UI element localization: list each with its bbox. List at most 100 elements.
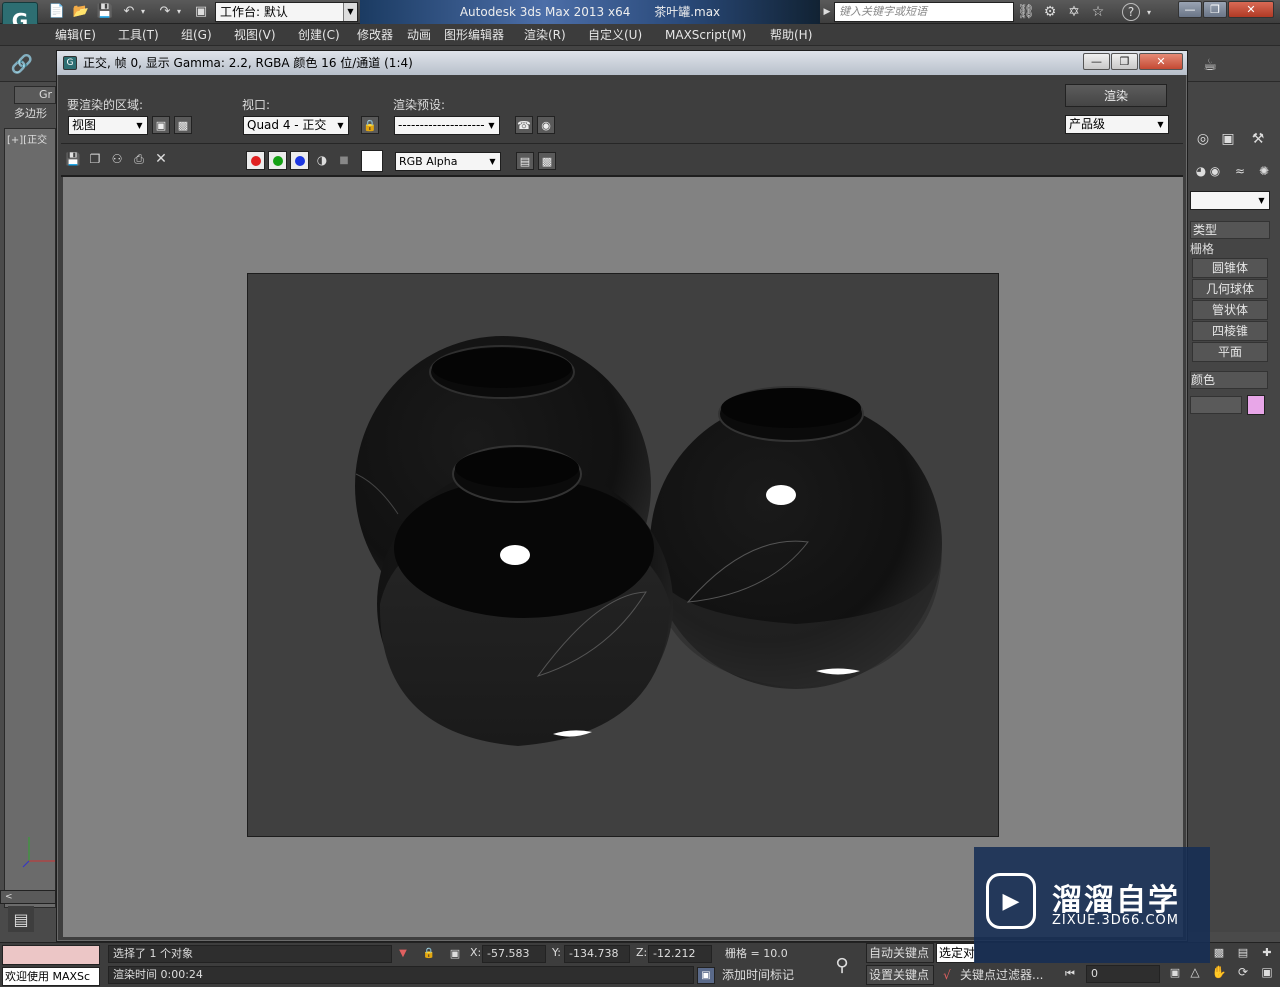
key-curve-icon[interactable]: √ <box>938 966 956 984</box>
goto-start-icon[interactable]: ⏮ <box>1060 965 1080 983</box>
toggle-ui-icon[interactable]: ▩ <box>538 152 556 170</box>
orbit-icon[interactable]: ⟳ <box>1234 963 1252 981</box>
display-panel-icon[interactable]: ◎ <box>1194 128 1212 150</box>
scroll-left-icon[interactable]: < <box>0 890 56 904</box>
save-file-icon[interactable]: 💾 <box>96 3 114 20</box>
area-to-render-dropdown[interactable]: 视图 ▼ <box>68 116 148 135</box>
render-button[interactable]: 渲染 <box>1065 84 1167 107</box>
menu-tools[interactable]: 工具(T) <box>118 27 159 43</box>
menu-help[interactable]: 帮助(H) <box>770 27 812 43</box>
add-time-tag[interactable]: 添加时间标记 <box>722 967 818 984</box>
object-color-swatch[interactable] <box>1247 395 1265 415</box>
link-icon[interactable]: 🔗 <box>10 52 34 76</box>
systems-icon[interactable]: ✺ <box>1254 162 1274 180</box>
plane-button[interactable]: 平面 <box>1192 342 1268 362</box>
workspace-dropdown[interactable]: 工作台: 默认 ▼ <box>215 2 358 22</box>
help-icon[interactable]: ? <box>1122 3 1140 21</box>
utilities-hammer-icon[interactable]: ⚒ <box>1246 128 1270 150</box>
absolute-mode-icon[interactable]: ▣ <box>446 945 464 961</box>
lock-viewport-icon[interactable]: 🔒 <box>361 116 379 134</box>
menu-maxscript[interactable]: MAXScript(M) <box>665 27 746 43</box>
object-name-field[interactable] <box>1190 396 1242 414</box>
edit-region-icon[interactable]: ▣ <box>152 116 170 134</box>
teapot-render-icon[interactable]: ☕ <box>1196 52 1224 76</box>
favorites-star-icon[interactable]: ☆ <box>1088 3 1108 21</box>
render-preset-dropdown[interactable]: -------------------- ▼ <box>394 116 500 135</box>
open-file-icon[interactable]: 📂 <box>72 3 90 20</box>
y-coordinate-field[interactable]: -134.738 <box>564 945 630 963</box>
menu-rendering[interactable]: 渲染(R) <box>524 27 566 43</box>
clear-image-icon[interactable]: ✕ <box>153 151 169 167</box>
environment-effects-icon[interactable]: ◉ <box>537 116 555 134</box>
render-setup-icon[interactable]: ☎ <box>515 116 533 134</box>
rw-maximize-button[interactable]: ❐ <box>1111 53 1138 70</box>
x-coordinate-field[interactable]: -57.583 <box>482 945 546 963</box>
monochrome-icon[interactable]: ■ <box>336 152 352 168</box>
set-key-button[interactable]: 设置关键点 <box>866 965 934 985</box>
layer-manager-icon[interactable]: ▤ <box>8 906 34 932</box>
redo-dropdown-icon[interactable]: ▾ <box>174 3 184 20</box>
name-color-header[interactable]: 颜色 <box>1190 371 1268 389</box>
project-folder-icon[interactable]: ▣ <box>192 3 210 20</box>
help-dropdown-icon[interactable]: ▾ <box>1144 3 1154 21</box>
maximize-viewport-icon[interactable]: ✚ <box>1258 943 1276 961</box>
maximize-button[interactable]: ❐ <box>1203 1 1227 18</box>
copy-image-icon[interactable]: ❐ <box>87 151 103 167</box>
clone-frame-icon[interactable]: ⚇ <box>109 151 125 167</box>
undo-icon[interactable]: ↶ <box>120 3 138 20</box>
field-of-view-icon[interactable]: △ <box>1186 963 1204 981</box>
camera-icon[interactable]: ◉ <box>1206 162 1224 180</box>
menu-animation[interactable]: 动画 <box>407 27 431 43</box>
set-key-icon[interactable]: ⚲ <box>826 949 858 981</box>
viewport-dropdown[interactable]: Quad 4 - 正交 ▼ <box>243 116 349 135</box>
production-level-dropdown[interactable]: 产品级 ▼ <box>1065 115 1169 134</box>
display-monitor-icon[interactable]: ▣ <box>1216 128 1240 150</box>
pyramid-button[interactable]: 四棱锥 <box>1192 321 1268 341</box>
minimize-button[interactable]: — <box>1178 1 1202 18</box>
maximize-toggle-icon[interactable]: ▣ <box>1258 963 1276 981</box>
toggle-ui-overlay-icon[interactable]: ▤ <box>516 152 534 170</box>
selection-lock-icon[interactable]: 🔒 <box>422 945 436 961</box>
print-image-icon[interactable]: ⎙ <box>131 151 147 167</box>
swatch-color[interactable] <box>361 150 383 172</box>
channel-display-dropdown[interactable]: RGB Alpha ▼ <box>395 152 501 171</box>
menu-graph-editors[interactable]: 图形编辑器 <box>444 27 504 43</box>
new-file-icon[interactable]: 📄 <box>48 3 66 20</box>
expand-arrow-icon[interactable]: ▶ <box>822 4 832 20</box>
cone-button[interactable]: 圆锥体 <box>1192 258 1268 278</box>
isolate-selection-icon[interactable]: ▼ <box>396 945 410 961</box>
category-dropdown[interactable]: ▼ <box>1190 191 1270 210</box>
undo-dropdown-icon[interactable]: ▾ <box>138 3 148 20</box>
save-image-icon[interactable]: 💾 <box>65 151 81 167</box>
zoom-extents-all-icon[interactable]: ▤ <box>1234 943 1252 961</box>
subscription-icon[interactable]: ⚙ <box>1040 3 1060 21</box>
alpha-channel-icon[interactable]: ◑ <box>314 152 330 168</box>
zoom-extents-icon[interactable]: ▩ <box>1210 943 1228 961</box>
menu-create[interactable]: 创建(C) <box>298 27 340 43</box>
close-button[interactable]: ✕ <box>1228 1 1274 18</box>
menu-customize[interactable]: 自定义(U) <box>588 27 642 43</box>
communication-icon[interactable]: ✡ <box>1064 3 1084 21</box>
object-type-header[interactable]: 类型 <box>1190 221 1270 239</box>
menu-group[interactable]: 组(G) <box>181 27 212 43</box>
key-selection-dropdown[interactable]: 选定对 <box>936 943 976 963</box>
auto-key-button[interactable]: 自动关键点 <box>866 943 934 963</box>
geosphere-button[interactable]: 几何球体 <box>1192 279 1268 299</box>
maxscript-mini-listener[interactable]: 欢迎使用 MAXSc <box>2 967 100 986</box>
auto-region-icon[interactable]: ▩ <box>174 116 192 134</box>
spacewarps-icon[interactable]: ≈ <box>1230 162 1250 180</box>
time-tag-icon[interactable]: ▣ <box>697 967 715 984</box>
redo-icon[interactable]: ↷ <box>156 3 174 20</box>
pan-hand-icon[interactable]: ✋ <box>1210 963 1228 981</box>
maxscript-listener-pink[interactable] <box>2 945 100 965</box>
rw-close-button[interactable]: ✕ <box>1139 53 1183 70</box>
red-channel-toggle[interactable] <box>246 151 265 170</box>
blue-channel-toggle[interactable] <box>290 151 309 170</box>
menu-view[interactable]: 视图(V) <box>234 27 276 43</box>
polygon-tab[interactable]: 多边形 <box>14 106 56 124</box>
tube-button[interactable]: 管状体 <box>1192 300 1268 320</box>
menu-edit[interactable]: 编辑(E) <box>55 27 96 43</box>
render-image-area[interactable] <box>63 177 1183 937</box>
binoculars-icon[interactable]: ⛓ <box>1016 3 1036 21</box>
graphite-tab[interactable]: Gr <box>14 86 56 104</box>
